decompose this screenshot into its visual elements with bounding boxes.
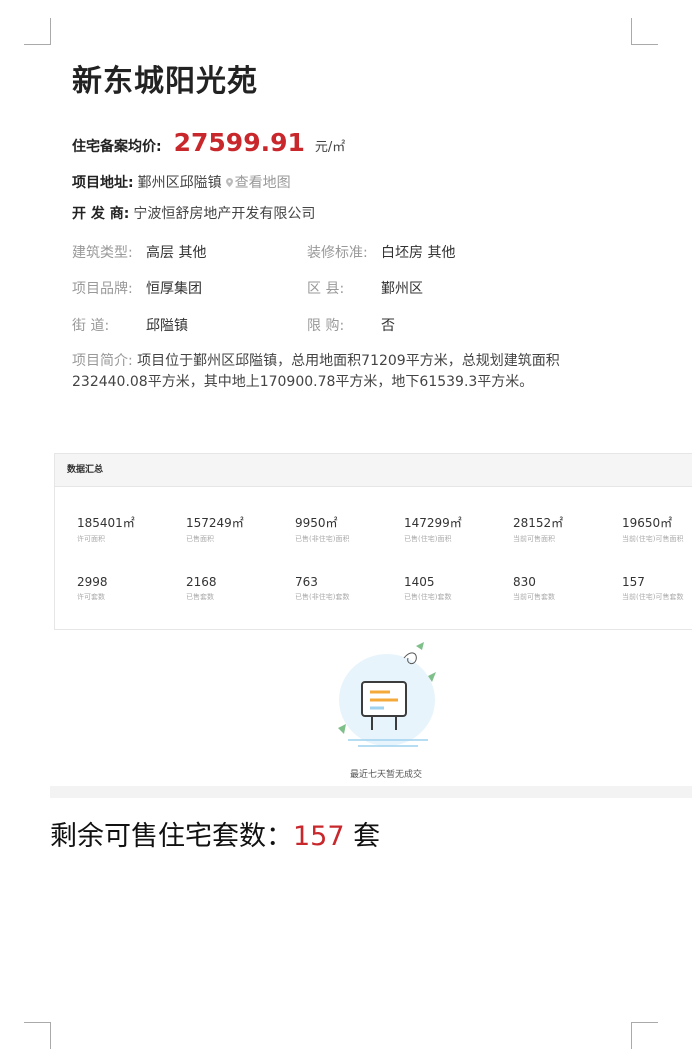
remaining-label: 剩余可售住宅套数： — [50, 821, 293, 852]
stat-value: 157 — [622, 575, 645, 589]
attr-building-type: 建筑类型: 高层 其他 — [72, 242, 206, 262]
developer-value: 宁波恒舒房地产开发有限公司 — [133, 206, 316, 222]
stat-sold-area: 157249㎡ 已售面积 — [186, 514, 291, 544]
developer-label: 开 发 商: — [72, 206, 130, 222]
crop-mark-top-right — [631, 18, 658, 45]
attr-value: 恒厚集团 — [146, 281, 202, 297]
stat-value: 763 — [295, 575, 318, 589]
stat-available-res-units: 157 当前(住宅)可售套数 — [622, 575, 692, 602]
crop-mark-bottom-right — [631, 1022, 658, 1049]
price-unit: 元/㎡ — [314, 140, 346, 155]
section-divider — [50, 786, 692, 798]
attr-decoration: 装修标准: 白坯房 其他 — [307, 242, 455, 262]
stat-sold-res-area: 147299㎡ 已售(住宅)面积 — [404, 514, 509, 544]
intro-label: 项目简介: — [72, 353, 133, 369]
attr-brand: 项目品牌: 恒厚集团 — [72, 278, 202, 298]
attr-district: 区 县: 鄞州区 — [307, 278, 423, 298]
stat-caption: 已售(住宅)面积 — [404, 535, 452, 543]
crop-mark-bottom-left — [24, 1022, 51, 1049]
remaining-units: 剩余可售住宅套数：157 套 — [50, 814, 380, 853]
stat-caption: 已售面积 — [186, 535, 214, 543]
attr-label: 项目品牌: — [72, 281, 133, 297]
map-pin-icon — [225, 177, 233, 187]
stat-value: 28152㎡ — [513, 516, 564, 530]
stat-sold-nonres-area: 9950㎡ 已售(非住宅)面积 — [295, 514, 400, 544]
attr-value: 鄞州区 — [381, 281, 423, 297]
stat-caption: 当前可售面积 — [513, 535, 555, 543]
stat-caption: 已售(住宅)套数 — [404, 593, 452, 601]
attr-label: 街 道: — [72, 318, 110, 334]
attr-street: 街 道: 邱隘镇 — [72, 315, 188, 335]
attr-value: 白坯房 其他 — [381, 245, 456, 261]
stat-value: 9950㎡ — [295, 516, 338, 530]
developer-row: 开 发 商: 宁波恒舒房地产开发有限公司 — [72, 203, 315, 223]
stat-available-area: 28152㎡ 当前可售面积 — [513, 514, 618, 544]
stat-caption: 已售(非住宅)套数 — [295, 593, 350, 601]
stat-permit-area: 185401㎡ 许可面积 — [77, 514, 182, 544]
attr-label: 限 购: — [307, 318, 345, 334]
project-intro: 项目简介: 项目位于鄞州区邱隘镇，总用地面积71209平方米，总规划建筑面积23… — [72, 351, 612, 393]
attr-label: 区 县: — [307, 281, 345, 297]
stat-permit-units: 2998 许可套数 — [77, 575, 182, 602]
stat-sold-res-units: 1405 已售(住宅)套数 — [404, 575, 509, 602]
intro-text: 项目位于鄞州区邱隘镇，总用地面积71209平方米，总规划建筑面积232440.0… — [72, 353, 560, 390]
attr-value: 高层 其他 — [146, 245, 207, 261]
price-value: 27599.91 — [173, 128, 305, 157]
data-summary-title: 数据汇总 — [55, 454, 692, 487]
stat-caption: 当前可售套数 — [513, 593, 555, 601]
attr-value: 邱隘镇 — [146, 318, 188, 334]
signboard-illustration-icon — [338, 642, 436, 747]
stat-value: 147299㎡ — [404, 516, 462, 530]
stat-value: 157249㎡ — [186, 516, 244, 530]
crop-mark-top-left — [24, 18, 51, 45]
view-map-label: 查看地图 — [234, 175, 291, 191]
stat-value: 2998 — [77, 575, 108, 589]
price-row: 住宅备案均价: 27599.91 元/㎡ — [72, 128, 345, 157]
address-value: 鄞州区邱隘镇 — [137, 175, 222, 191]
stat-available-units: 830 当前可售套数 — [513, 575, 618, 602]
stat-sold-units: 2168 已售套数 — [186, 575, 291, 602]
stat-value: 185401㎡ — [77, 516, 135, 530]
stat-value: 1405 — [404, 575, 435, 589]
stat-caption: 许可套数 — [77, 593, 105, 601]
stat-caption: 已售(非住宅)面积 — [295, 535, 350, 543]
remaining-unit: 套 — [353, 821, 381, 852]
attr-label: 装修标准: — [307, 245, 368, 261]
view-map-link[interactable]: 查看地图 — [225, 172, 291, 192]
stat-value: 2168 — [186, 575, 217, 589]
attr-label: 建筑类型: — [72, 245, 133, 261]
empty-state-text: 最近七天暂无成交 — [349, 770, 422, 780]
remaining-count: 157 — [293, 821, 345, 852]
attr-value: 否 — [381, 318, 395, 334]
address-row: 项目地址: 鄞州区邱隘镇 查看地图 — [72, 172, 291, 192]
stat-caption: 当前(住宅)可售面积 — [622, 535, 684, 543]
project-title: 新东城阳光苑 — [72, 64, 258, 99]
address-label: 项目地址: — [72, 175, 134, 191]
stat-caption: 已售套数 — [186, 593, 214, 601]
stat-available-res-area: 19650㎡ 当前(住宅)可售面积 — [622, 514, 692, 544]
attr-purchase-limit: 限 购: 否 — [307, 315, 395, 335]
stat-value: 19650㎡ — [622, 516, 673, 530]
price-label: 住宅备案均价: — [72, 139, 162, 155]
stat-caption: 当前(住宅)可售套数 — [622, 593, 684, 601]
stat-sold-nonres-units: 763 已售(非住宅)套数 — [295, 575, 400, 602]
data-summary-panel: 数据汇总 185401㎡ 许可面积 157249㎡ 已售面积 9950㎡ 已售(… — [54, 453, 692, 630]
stat-caption: 许可面积 — [77, 535, 105, 543]
stat-value: 830 — [513, 575, 536, 589]
